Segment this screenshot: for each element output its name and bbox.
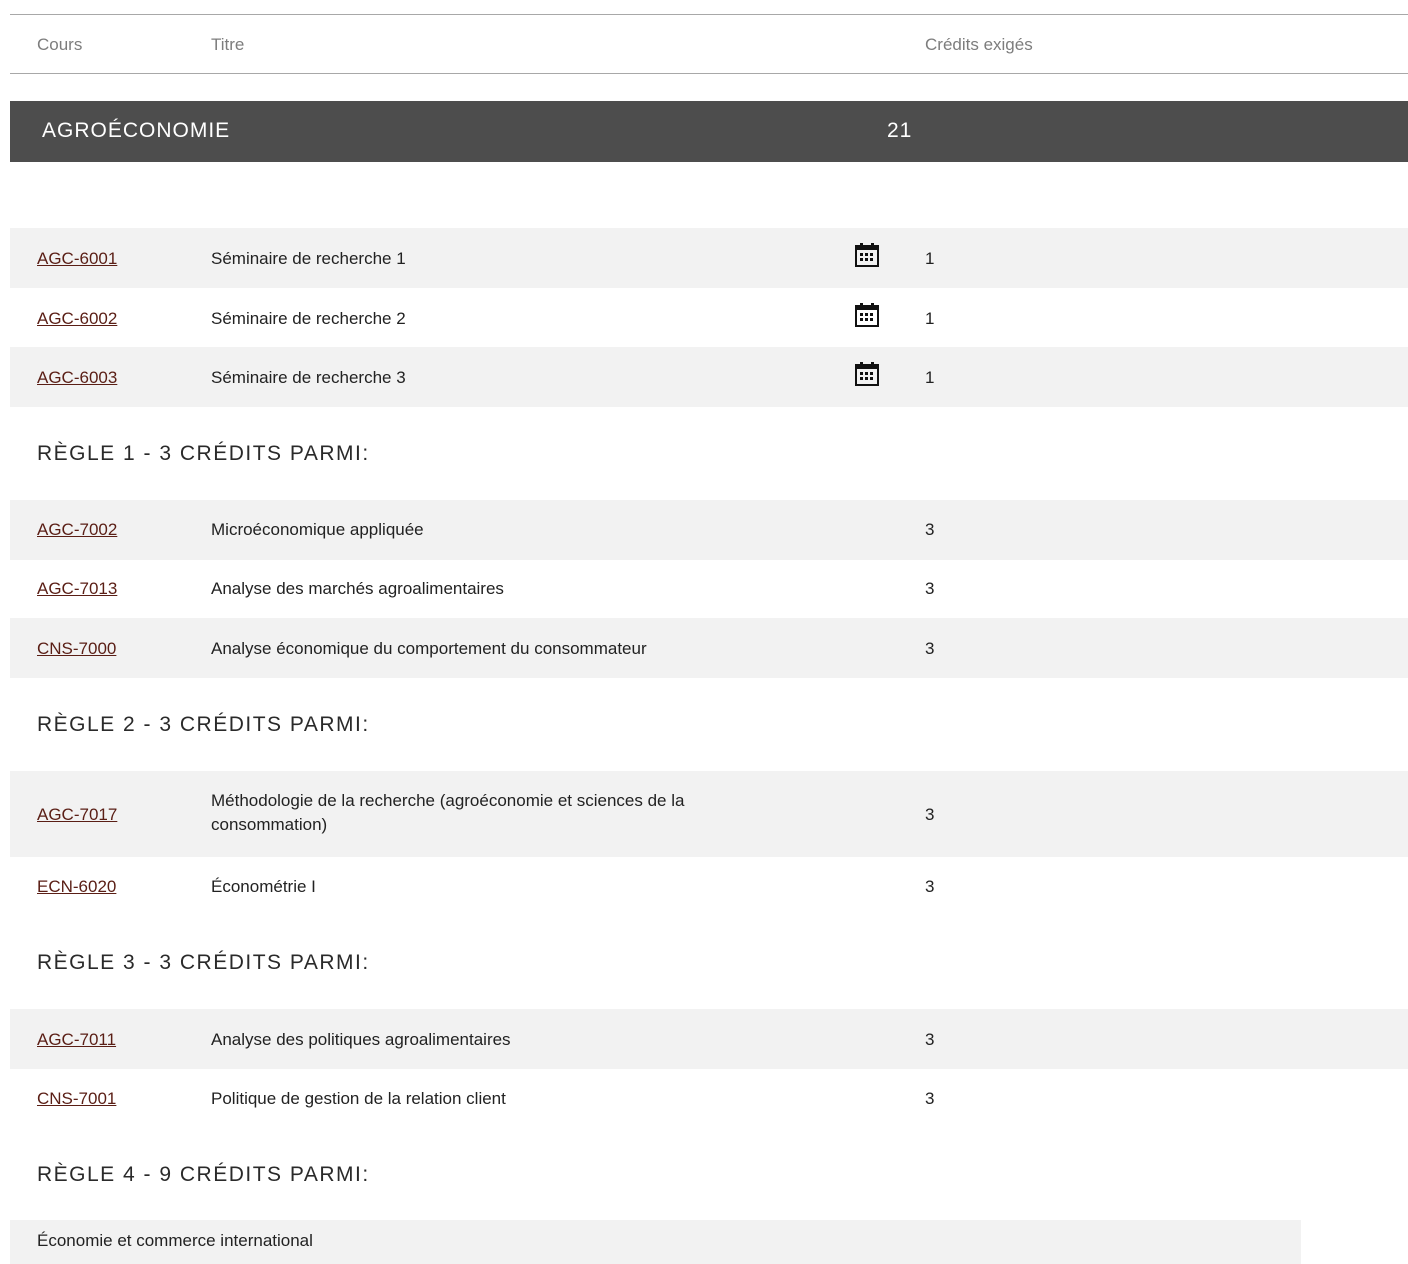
- course-row: AGC-7013 Analyse des marchés agroaliment…: [10, 560, 1408, 618]
- course-credits: 3: [925, 579, 935, 598]
- program-course-table: Cours Titre Crédits exigés AGROÉCONOMIE …: [0, 0, 1408, 1264]
- course-credits: 3: [925, 877, 935, 896]
- course-title: Politique de gestion de la relation clie…: [211, 1089, 506, 1108]
- course-credits: 3: [925, 1089, 935, 1108]
- course-credits: 3: [925, 805, 935, 824]
- course-credits: 3: [925, 1030, 935, 1049]
- course-row: ECN-6020 Économétrie I 3: [10, 857, 1408, 916]
- course-title: Analyse des marchés agroalimentaires: [211, 579, 504, 598]
- course-credits: 1: [925, 309, 935, 328]
- section-credits: 21: [887, 119, 913, 142]
- course-title: Analyse des politiques agroalimentaires: [211, 1030, 511, 1049]
- course-code-link[interactable]: AGC-7002: [37, 520, 117, 540]
- calendar-icon[interactable]: [854, 243, 880, 267]
- course-credits: 1: [925, 368, 935, 387]
- course-row: AGC-6003 Séminaire de recherche 3 1: [10, 347, 1408, 407]
- course-code-link[interactable]: AGC-6001: [37, 249, 117, 269]
- section-title: AGROÉCONOMIE: [42, 119, 231, 142]
- column-header-titre: Titre: [211, 35, 245, 54]
- course-credits: 1: [925, 249, 935, 268]
- course-code-link[interactable]: AGC-7013: [37, 579, 117, 599]
- table-header: Cours Titre Crédits exigés: [10, 14, 1408, 74]
- column-header-cours: Cours: [37, 35, 83, 54]
- course-title: Économétrie I: [211, 877, 316, 896]
- course-code-link[interactable]: CNS-7000: [37, 639, 116, 659]
- course-code-link[interactable]: AGC-7017: [37, 805, 117, 825]
- course-row: AGC-6002 Séminaire de recherche 2 1: [10, 288, 1408, 347]
- course-row: CNS-7001 Politique de gestion de la rela…: [10, 1069, 1408, 1128]
- course-title: Méthodologie de la recherche (agroéconom…: [211, 791, 685, 834]
- calendar-icon[interactable]: [854, 362, 880, 386]
- course-code-link[interactable]: AGC-6003: [37, 368, 117, 388]
- course-title: Séminaire de recherche 3: [211, 368, 406, 387]
- course-title: Séminaire de recherche 2: [211, 309, 406, 328]
- course-row: AGC-6001 Séminaire de recherche 1 1: [10, 228, 1408, 288]
- course-credits: 3: [925, 520, 935, 539]
- course-row: AGC-7017 Méthodologie de la recherche (a…: [10, 771, 1408, 857]
- course-credits: 3: [925, 639, 935, 658]
- section-bar-agroeconomie: AGROÉCONOMIE 21: [10, 101, 1408, 162]
- course-code-link[interactable]: CNS-7001: [37, 1089, 116, 1109]
- rule-heading: RÈGLE 4 - 9 CRÉDITS PARMI:: [37, 1163, 370, 1186]
- course-code-link[interactable]: AGC-6002: [37, 309, 117, 329]
- calendar-icon[interactable]: [854, 303, 880, 327]
- course-title: Séminaire de recherche 1: [211, 249, 406, 268]
- course-row: CNS-7000 Analyse économique du comportem…: [10, 618, 1408, 678]
- course-code-link[interactable]: ECN-6020: [37, 877, 116, 897]
- course-title: Analyse économique du comportement du co…: [211, 639, 647, 658]
- rule-heading: RÈGLE 3 - 3 CRÉDITS PARMI:: [37, 951, 370, 974]
- subgroup-header[interactable]: Économie et commerce international: [10, 1220, 1301, 1264]
- course-row: AGC-7011 Analyse des politiques agroalim…: [10, 1009, 1408, 1069]
- course-code-link[interactable]: AGC-7011: [37, 1030, 116, 1050]
- column-header-credits: Crédits exigés: [925, 35, 1033, 54]
- rule-heading: RÈGLE 2 - 3 CRÉDITS PARMI:: [37, 713, 370, 736]
- course-title: Microéconomique appliquée: [211, 520, 424, 539]
- rule-heading: RÈGLE 1 - 3 CRÉDITS PARMI:: [37, 442, 370, 465]
- subgroup-title: Économie et commerce international: [37, 1231, 313, 1250]
- course-row: AGC-7002 Microéconomique appliquée 3: [10, 500, 1408, 560]
